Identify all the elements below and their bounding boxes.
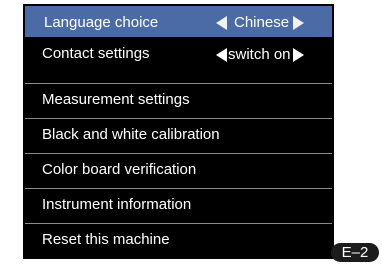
menu-item-measurement-settings[interactable]: Measurement settings xyxy=(25,83,332,114)
menu-item-color-board-verification[interactable]: Color board verification xyxy=(25,153,332,184)
contact-switch-value: switch on xyxy=(228,46,291,63)
language-selector[interactable]: Chinese xyxy=(216,14,305,31)
contact-switch-selector[interactable]: switch on xyxy=(216,46,304,63)
settings-menu: Language choice Chinese Contact settings… xyxy=(23,4,334,259)
menu-item-language-choice[interactable]: Language choice Chinese xyxy=(25,6,332,37)
menu-item-label: Instrument information xyxy=(42,196,192,213)
triangle-left-icon[interactable] xyxy=(216,47,227,62)
menu-item-black-white-calibration[interactable]: Black and white calibration xyxy=(25,118,332,149)
triangle-right-icon[interactable] xyxy=(292,47,304,62)
menu-item-label: Color board verification xyxy=(42,161,197,178)
menu-item-label: Reset this machine xyxy=(42,231,170,248)
menu-item-label: Measurement settings xyxy=(42,91,190,108)
menu-item-label: Contact settings xyxy=(42,45,150,62)
page-badge: E–2 xyxy=(331,243,379,262)
menu-item-reset-machine[interactable]: Reset this machine xyxy=(25,223,332,254)
language-value: Chinese xyxy=(234,14,290,31)
menu-item-instrument-information[interactable]: Instrument information xyxy=(25,188,332,219)
triangle-left-icon[interactable] xyxy=(216,15,227,30)
menu-item-contact-settings[interactable]: Contact settings switch on xyxy=(25,38,332,69)
menu-item-label: Black and white calibration xyxy=(42,126,220,143)
menu-item-label: Language choice xyxy=(44,14,159,31)
triangle-right-icon[interactable] xyxy=(293,15,305,30)
